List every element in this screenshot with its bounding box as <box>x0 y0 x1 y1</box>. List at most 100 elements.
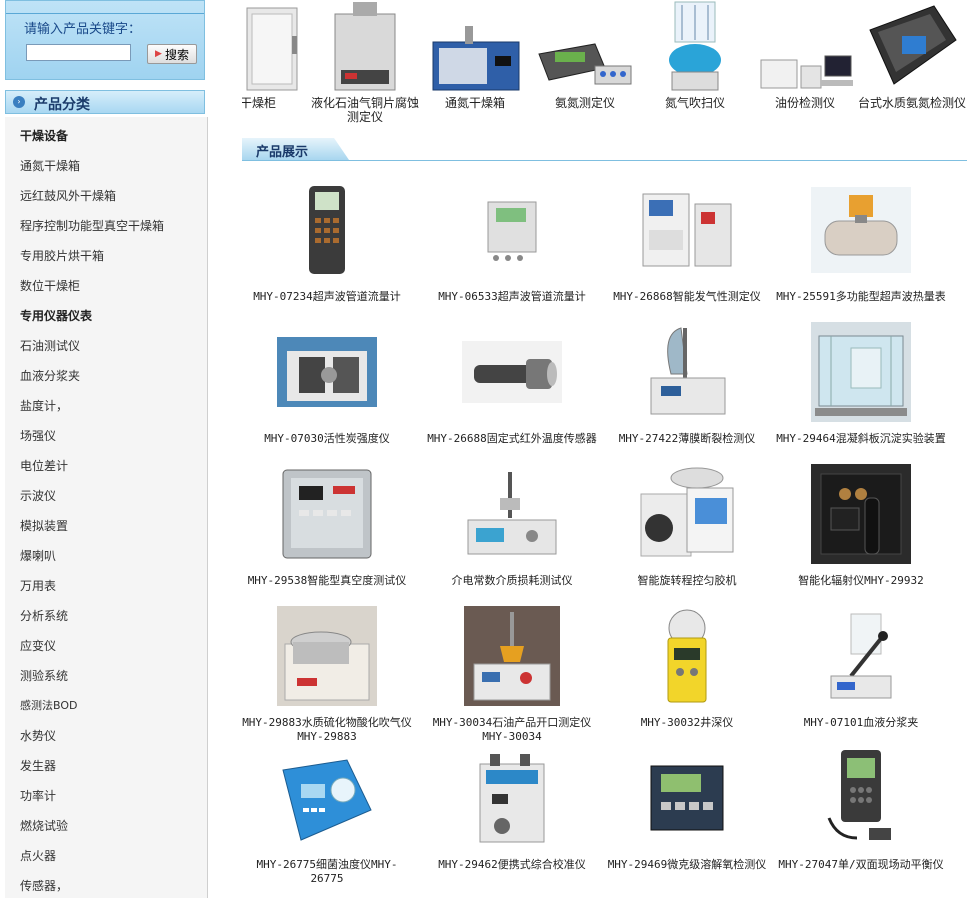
product-card[interactable]: MHY-06533超声波管道流量计 <box>427 180 597 304</box>
product-label[interactable]: MHY-29464混凝斜板沉淀实验装置 <box>776 432 946 446</box>
product-label[interactable]: 通氮干燥箱 <box>420 96 530 110</box>
product-card[interactable]: MHY-25591多功能型超声波热量表 <box>776 180 946 304</box>
category-item[interactable]: 发生器 <box>5 747 207 777</box>
top-product-item[interactable]: 油份检测仪 <box>750 0 860 110</box>
product-image[interactable] <box>462 322 562 422</box>
product-card[interactable]: MHY-26775细菌浊度仪MHY-26775 <box>242 748 412 886</box>
category-item[interactable]: 远红鼓风外干燥箱 <box>5 177 207 207</box>
product-card[interactable]: 智能化辐射仪MHY-29932 <box>776 464 946 588</box>
product-image[interactable] <box>811 464 911 564</box>
product-card[interactable]: MHY-29464混凝斜板沉淀实验装置 <box>776 322 946 446</box>
product-label[interactable]: 氮气吹扫仪 <box>640 96 750 110</box>
product-image[interactable] <box>530 0 640 92</box>
product-label[interactable]: 智能化辐射仪MHY-29932 <box>776 574 946 588</box>
product-label[interactable]: MHY-30032井深仪 <box>602 716 772 730</box>
product-image[interactable] <box>811 606 911 706</box>
product-label[interactable]: MHY-25591多功能型超声波热量表 <box>776 290 946 304</box>
category-item[interactable]: 数位干燥柜 <box>5 267 207 297</box>
category-item[interactable]: 程序控制功能型真空干燥箱 <box>5 207 207 237</box>
product-image[interactable] <box>637 748 737 848</box>
product-card[interactable]: MHY-07030活性炭强度仪 <box>242 322 412 446</box>
product-image[interactable] <box>637 322 737 422</box>
product-image[interactable] <box>242 0 307 92</box>
product-image[interactable] <box>462 464 562 564</box>
product-card[interactable]: MHY-27422薄膜断裂检测仪 <box>602 322 772 446</box>
product-image[interactable] <box>462 606 562 706</box>
product-image[interactable] <box>462 180 562 280</box>
category-item[interactable]: 点火器 <box>5 837 207 867</box>
category-item[interactable]: 应变仪 <box>5 627 207 657</box>
category-item[interactable]: 模拟装置 <box>5 507 207 537</box>
product-label[interactable]: 液化石油气铜片腐蚀测定仪 <box>310 96 420 124</box>
product-card[interactable]: MHY-27047单/双面现场动平衡仪 <box>776 748 946 872</box>
product-label[interactable]: MHY-26775细菌浊度仪MHY-26775 <box>242 858 412 886</box>
top-product-item[interactable]: 通氮干燥箱 <box>420 0 530 110</box>
category-item[interactable]: 盐度计， <box>5 387 207 417</box>
top-product-item[interactable]: 氨氮测定仪 <box>530 0 640 110</box>
product-image[interactable] <box>277 748 377 848</box>
category-item[interactable]: 爆喇叭 <box>5 537 207 567</box>
product-label[interactable]: 台式水质氨氮检测仪 <box>857 96 967 110</box>
product-image[interactable] <box>640 0 750 92</box>
category-item[interactable]: 分析系统 <box>5 597 207 627</box>
product-image[interactable] <box>811 748 911 848</box>
category-item[interactable]: 场强仪 <box>5 417 207 447</box>
product-image[interactable] <box>811 322 911 422</box>
product-label[interactable]: 智能旋转程控匀胶机 <box>602 574 772 588</box>
product-image[interactable] <box>277 322 377 422</box>
category-item[interactable]: 通氮干燥箱 <box>5 147 207 177</box>
product-image[interactable] <box>310 0 420 92</box>
category-item[interactable]: 万用表 <box>5 567 207 597</box>
product-label[interactable]: MHY-27422薄膜断裂检测仪 <box>602 432 772 446</box>
product-label[interactable]: 油份检测仪 <box>750 96 860 110</box>
product-card[interactable]: MHY-29469微克级溶解氧检测仪 <box>602 748 772 872</box>
category-item[interactable]: 测验系统 <box>5 657 207 687</box>
product-label[interactable]: MHY-30034石油产品开口测定仪MHY-30034 <box>427 716 597 744</box>
product-label[interactable]: MHY-06533超声波管道流量计 <box>427 290 597 304</box>
product-image[interactable] <box>750 0 860 92</box>
product-card[interactable]: 智能旋转程控匀胶机 <box>602 464 772 588</box>
product-label[interactable]: MHY-29538智能型真空度测试仪 <box>242 574 412 588</box>
category-item[interactable]: 感测法BOD <box>5 687 207 717</box>
product-card[interactable]: MHY-26688固定式红外温度传感器 <box>427 322 597 446</box>
product-card[interactable]: MHY-29883水质硫化物酸化吹气仪MHY-29883 <box>242 606 412 744</box>
product-card[interactable]: MHY-29462便携式综合校准仪 <box>427 748 597 872</box>
product-label[interactable]: MHY-27047单/双面现场动平衡仪 <box>776 858 946 872</box>
category-item[interactable]: 干燥设备 <box>5 117 207 147</box>
product-card[interactable]: MHY-07101血液分浆夹 <box>776 606 946 730</box>
product-image[interactable] <box>857 0 967 92</box>
product-label[interactable]: MHY-29883水质硫化物酸化吹气仪MHY-29883 <box>242 716 412 744</box>
product-label[interactable]: MHY-07234超声波管道流量计 <box>242 290 412 304</box>
category-item[interactable]: 专用仪器仪表 <box>5 297 207 327</box>
top-product-item[interactable]: 位干燥柜 <box>242 0 307 110</box>
product-card[interactable]: MHY-26868智能发气性测定仪 <box>602 180 772 304</box>
category-item[interactable]: 专用胶片烘干箱 <box>5 237 207 267</box>
search-input[interactable] <box>26 44 131 61</box>
product-image[interactable] <box>637 606 737 706</box>
category-item[interactable]: 水势仪 <box>5 717 207 747</box>
product-image[interactable] <box>277 180 377 280</box>
product-image[interactable] <box>637 180 737 280</box>
product-label[interactable]: MHY-26688固定式红外温度传感器 <box>427 432 597 446</box>
category-item[interactable]: 燃烧试验 <box>5 807 207 837</box>
product-image[interactable] <box>277 606 377 706</box>
top-product-item[interactable]: 液化石油气铜片腐蚀测定仪 <box>310 0 420 124</box>
product-label[interactable]: 氨氮测定仪 <box>530 96 640 110</box>
top-product-item[interactable]: 氮气吹扫仪 <box>640 0 750 110</box>
product-card[interactable]: MHY-30032井深仪 <box>602 606 772 730</box>
category-item[interactable]: 石油测试仪 <box>5 327 207 357</box>
product-card[interactable]: 介电常数介质损耗测试仪 <box>427 464 597 588</box>
product-image[interactable] <box>420 0 530 92</box>
category-item[interactable]: 电位差计 <box>5 447 207 477</box>
product-label[interactable]: MHY-07101血液分浆夹 <box>776 716 946 730</box>
product-card[interactable]: MHY-07234超声波管道流量计 <box>242 180 412 304</box>
category-item[interactable]: 功率计 <box>5 777 207 807</box>
product-label[interactable]: 介电常数介质损耗测试仪 <box>427 574 597 588</box>
product-card[interactable]: MHY-29538智能型真空度测试仪 <box>242 464 412 588</box>
category-item[interactable]: 血液分浆夹 <box>5 357 207 387</box>
search-button[interactable]: ▶ 搜索 <box>147 44 197 64</box>
product-image[interactable] <box>811 180 911 280</box>
product-label[interactable]: MHY-07030活性炭强度仪 <box>242 432 412 446</box>
product-image[interactable] <box>277 464 377 564</box>
product-label[interactable]: 位干燥柜 <box>242 96 307 110</box>
